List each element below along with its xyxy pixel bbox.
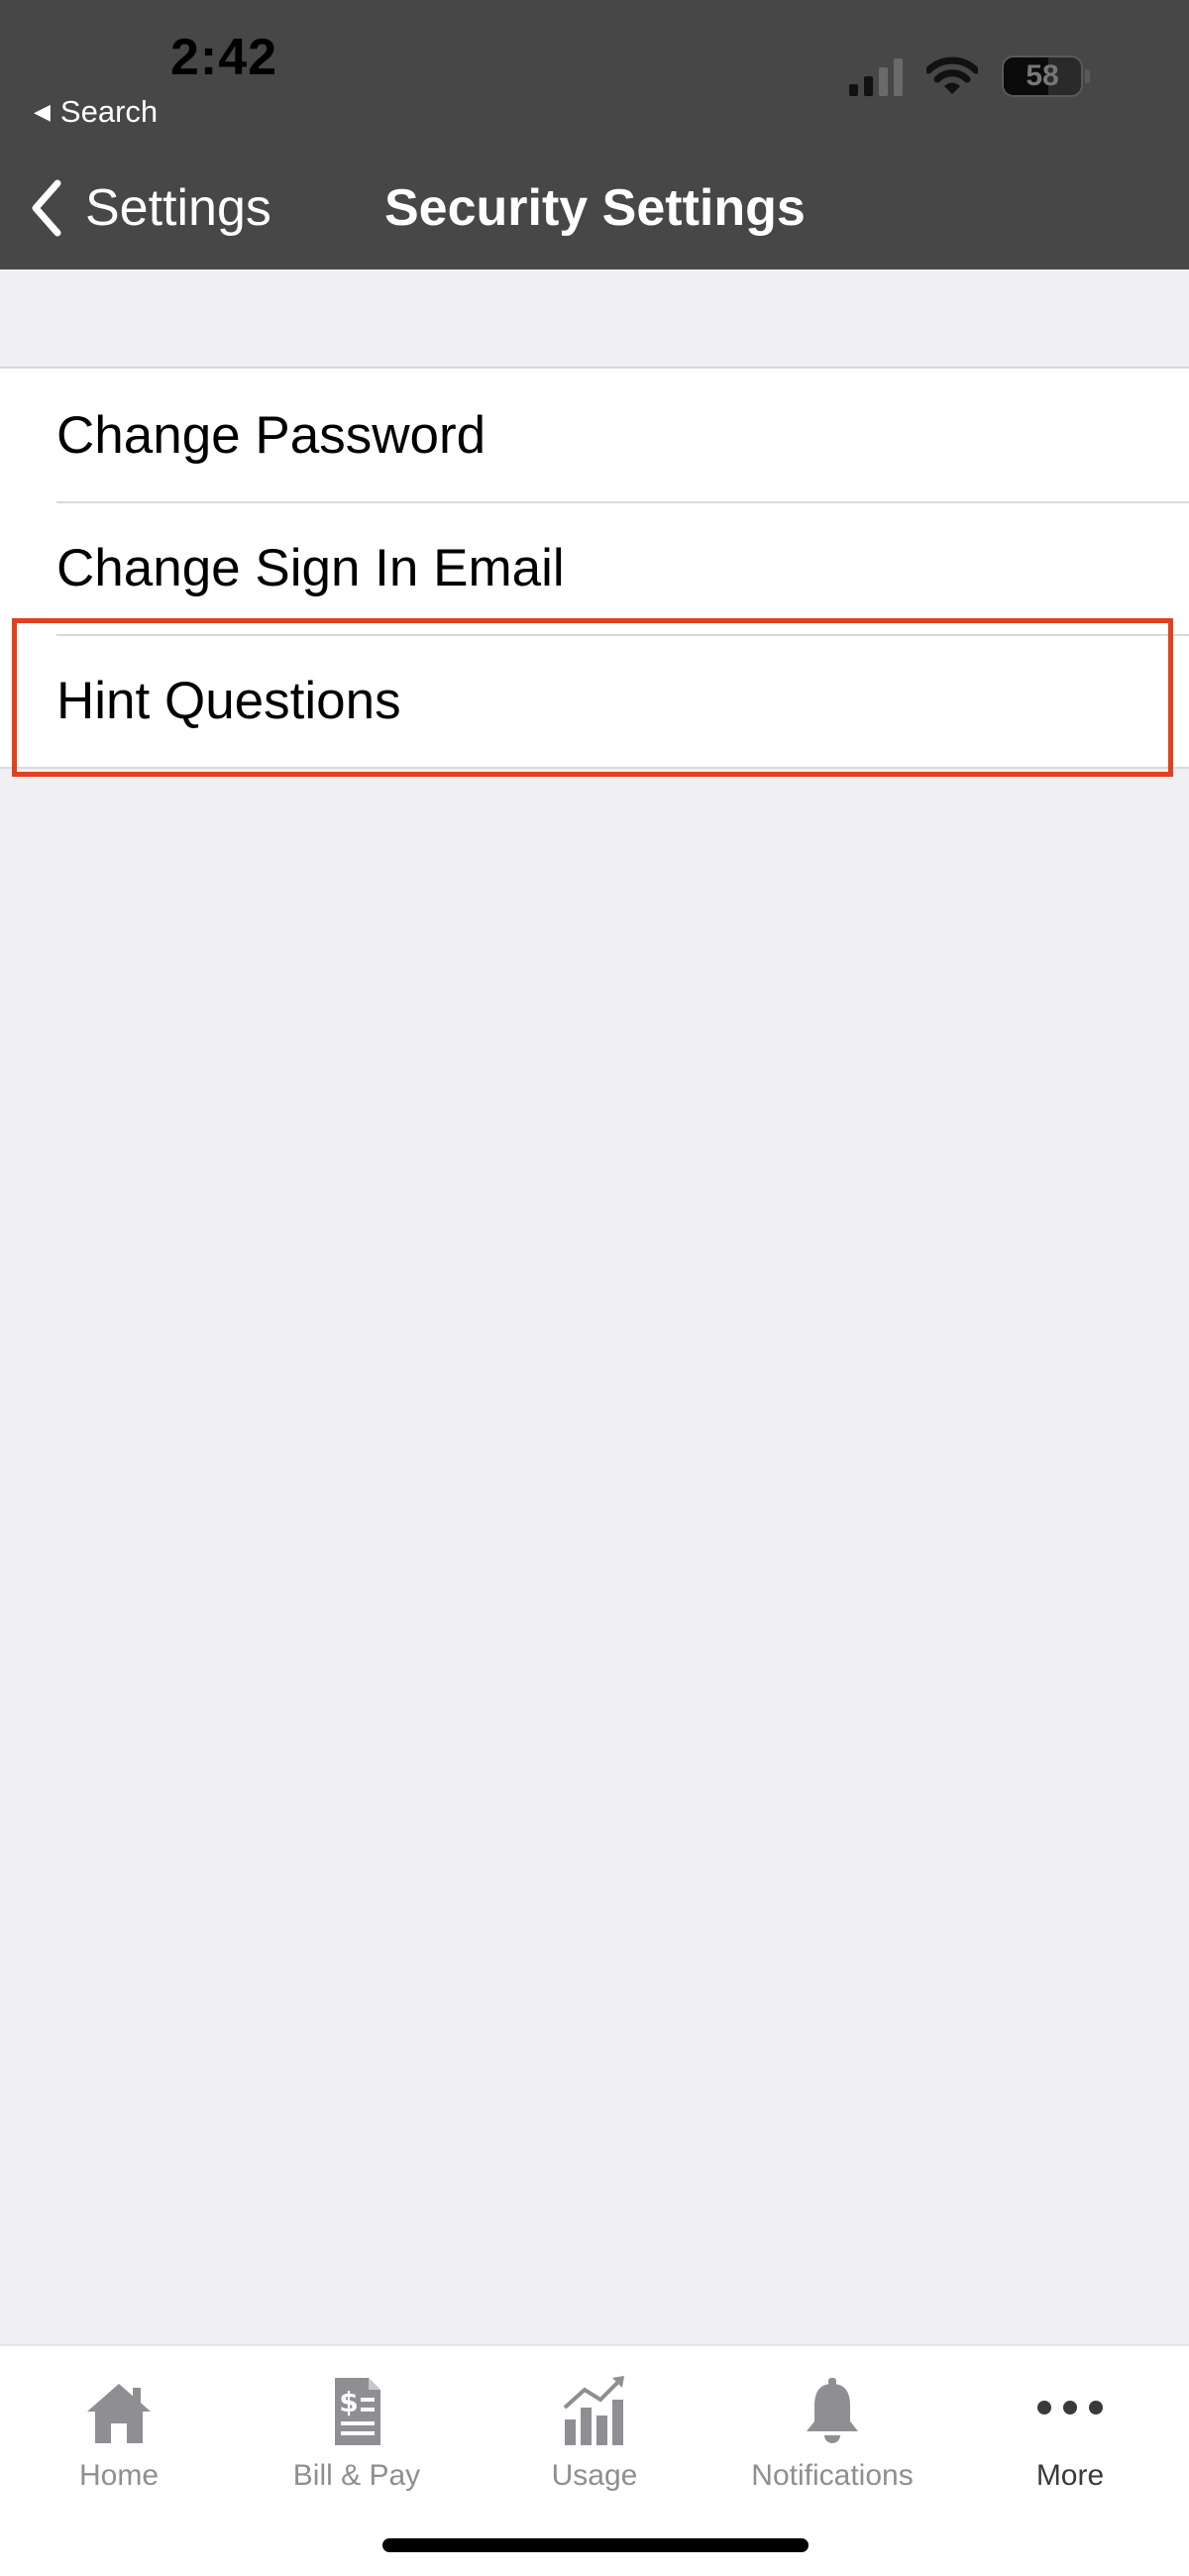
status-icons: 58 xyxy=(849,55,1090,97)
more-dots-icon xyxy=(1037,2401,1103,2415)
status-time: 2:42 xyxy=(170,29,278,86)
back-app-label: Search xyxy=(59,94,159,129)
nav-back-label: Settings xyxy=(85,179,271,237)
battery-icon: 58 xyxy=(1002,55,1083,97)
chevron-left-icon xyxy=(32,179,61,237)
tab-usage[interactable]: Usage xyxy=(476,2366,713,2493)
tab-label: Home xyxy=(78,2459,160,2492)
page-title: Security Settings xyxy=(384,179,806,237)
tab-label: Bill & Pay xyxy=(292,2459,421,2492)
bell-icon xyxy=(807,2378,858,2443)
highlight-box xyxy=(12,618,1173,777)
wifi-icon xyxy=(926,56,978,94)
tab-more[interactable]: More xyxy=(951,2366,1189,2493)
battery-indicator: 58 xyxy=(1002,55,1090,97)
tab-home[interactable]: Home xyxy=(0,2366,238,2493)
back-triangle-icon: ◀ xyxy=(34,99,51,124)
header: 2:42 ◀ Search 58 Settings Security Setti… xyxy=(0,0,1189,269)
list-item-label: Change Password xyxy=(56,405,486,465)
battery-percent: 58 xyxy=(1026,59,1059,92)
tab-label: More xyxy=(1035,2459,1105,2492)
svg-text:$: $ xyxy=(339,2386,358,2418)
home-icon xyxy=(87,2384,151,2443)
list-item-label: Change Sign In Email xyxy=(56,538,565,597)
screen: 2:42 ◀ Search 58 Settings Security Setti… xyxy=(0,0,1189,2576)
tab-bill-pay[interactable]: $ Bill & Pay xyxy=(238,2366,476,2493)
back-to-search-link[interactable]: ◀ Search xyxy=(34,94,158,130)
home-indicator[interactable] xyxy=(382,2538,809,2552)
tab-notifications[interactable]: Notifications xyxy=(713,2366,951,2493)
battery-cap xyxy=(1085,69,1090,83)
tab-label: Notifications xyxy=(751,2459,914,2492)
tab-label: Usage xyxy=(551,2459,638,2492)
list-item-change-password[interactable]: Change Password xyxy=(0,369,1189,501)
list-item-change-sign-in-email[interactable]: Change Sign In Email xyxy=(0,501,1189,634)
usage-chart-icon xyxy=(563,2376,624,2445)
cellular-signal-icon xyxy=(849,56,903,96)
bill-icon: $ xyxy=(335,2378,380,2445)
nav-back-button[interactable]: Settings xyxy=(30,168,271,248)
